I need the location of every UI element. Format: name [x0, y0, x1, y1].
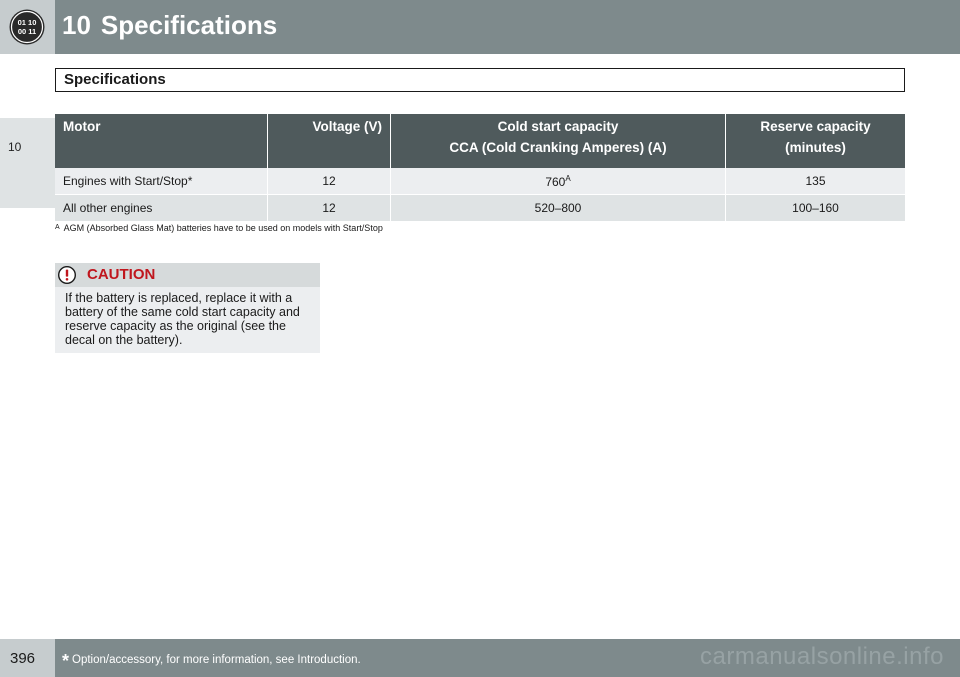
cell-voltage: 12	[268, 168, 391, 195]
side-tab-label: 10	[8, 140, 22, 154]
cca-value: 760	[545, 174, 566, 189]
cell-cca: 760A	[391, 168, 726, 195]
footer-page-tab: 396	[0, 639, 55, 677]
asterisk-marker: *	[62, 651, 70, 671]
section-title: Specifications	[64, 71, 166, 88]
header-motor: Motor	[55, 114, 268, 168]
cell-motor: All other engines	[55, 195, 268, 222]
header-cca-line1: Cold start capacity	[497, 119, 619, 134]
header-reserve: Reserve capacity (minutes)	[726, 114, 905, 168]
header-reserve-line2: (minutes)	[785, 140, 846, 155]
watermark: carmanualsonline.info	[700, 643, 944, 670]
caution-text: If the battery is replaced, replace it w…	[65, 291, 300, 347]
header-cca-line2: CCA (Cold Cranking Amperes) (A)	[449, 140, 667, 155]
header-voltage: Voltage (V)	[268, 114, 391, 168]
header-logo-tab: 01 10 00 11	[0, 0, 55, 54]
footnote-text: AGM (Absorbed Glass Mat) batteries have …	[63, 223, 383, 233]
chapter-header: 01 10 00 11 10 Specifications	[0, 0, 960, 54]
footer-note: * Option/accessory, for more information,…	[62, 651, 361, 672]
battery-spec-table: Motor Voltage (V) Cold start capacity CC…	[55, 114, 905, 222]
caution-title: CAUTION	[87, 266, 156, 283]
table-row: All other engines 12 520–800 100–160	[55, 195, 905, 222]
section-heading: Specifications	[55, 68, 905, 92]
footer-note-text: Option/accessory, for more information, …	[72, 654, 361, 666]
footnote-marker: A	[55, 224, 60, 231]
svg-text:00 11: 00 11	[18, 27, 36, 36]
svg-text:01 10: 01 10	[18, 18, 37, 27]
chapter-side-tab: 10	[0, 118, 55, 208]
cell-voltage: 12	[268, 195, 391, 222]
chapter-title: 10 Specifications	[62, 10, 277, 41]
page-footer: 396 * Option/accessory, for more informat…	[0, 639, 960, 677]
chapter-number: 10	[62, 10, 91, 40]
page-number: 396	[10, 650, 36, 667]
chapter-title-text: Specifications	[100, 10, 278, 40]
exclamation-circle-icon	[58, 266, 76, 284]
table-row: Engines with Start/Stop* 12 760A 135	[55, 168, 905, 195]
caution-header: CAUTION	[55, 263, 320, 287]
caution-box: CAUTION If the battery is replaced, repl…	[55, 263, 320, 353]
cell-reserve: 100–160	[726, 195, 905, 222]
header-reserve-line1: Reserve capacity	[760, 119, 871, 134]
dashboard-gauge-icon: 01 10 00 11	[9, 9, 45, 45]
header-cca: Cold start capacity CCA (Cold Cranking A…	[391, 114, 726, 168]
footnote-ref: A	[565, 173, 571, 183]
cell-cca: 520–800	[391, 195, 726, 222]
cell-motor: Engines with Start/Stop*	[55, 168, 268, 195]
cell-reserve: 135	[726, 168, 905, 195]
table-header-row: Motor Voltage (V) Cold start capacity CC…	[55, 114, 905, 168]
table-footnote: A AGM (Absorbed Glass Mat) batteries have…	[55, 223, 383, 233]
